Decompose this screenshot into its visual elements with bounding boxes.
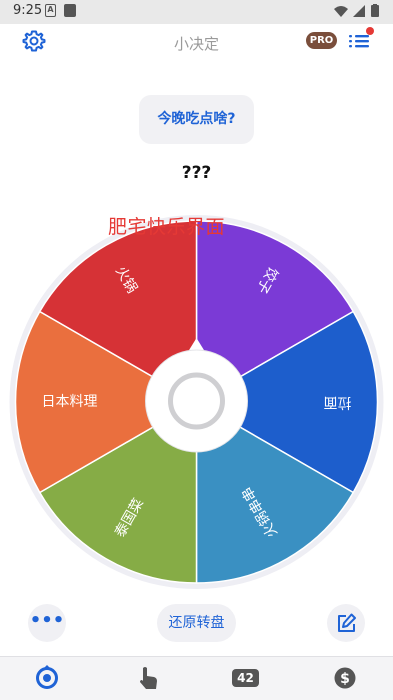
pro-badge[interactable]: PRO bbox=[306, 32, 337, 49]
accessibility-notification-icon: A bbox=[45, 4, 56, 17]
edit-button[interactable] bbox=[327, 604, 365, 642]
notification-square-icon bbox=[64, 4, 76, 17]
result-text: ??? bbox=[181, 163, 212, 183]
status-time: 9:25 bbox=[13, 3, 43, 18]
spin-wheel[interactable]: 饺子拉面火锅串串泰国菜日本料理火锅 bbox=[0, 200, 393, 600]
notification-dot bbox=[366, 27, 374, 35]
signal-icon bbox=[353, 5, 365, 17]
tab-number[interactable]: 42 bbox=[232, 669, 259, 687]
reset-wheel-button[interactable]: 还原转盘 bbox=[157, 604, 236, 642]
battery-icon bbox=[371, 5, 379, 17]
status-icons bbox=[334, 4, 379, 17]
wheel-segment-label: 拉面 bbox=[324, 394, 352, 410]
edit-pencil-icon bbox=[338, 613, 356, 632]
settings-gear-icon[interactable] bbox=[22, 29, 46, 53]
tab-wheel-icon[interactable] bbox=[34, 665, 60, 691]
tab-tap-hand-icon[interactable] bbox=[135, 665, 161, 691]
wheel-segment-label: 日本料理 bbox=[42, 394, 98, 410]
question-card[interactable]: 今晚吃点啥? bbox=[139, 95, 254, 144]
status-bar: 9:25 A bbox=[0, 0, 393, 24]
bottom-tab-bar: 42 $ bbox=[0, 656, 393, 700]
app-bar: 小决定 PRO bbox=[0, 24, 393, 60]
overlay-caption: 肥宅快乐界面 bbox=[108, 216, 226, 238]
wifi-icon bbox=[334, 6, 348, 17]
more-options-button[interactable]: ••• bbox=[28, 604, 66, 642]
tab-dollar-icon[interactable]: $ bbox=[332, 665, 358, 691]
svg-text:$: $ bbox=[340, 671, 350, 687]
